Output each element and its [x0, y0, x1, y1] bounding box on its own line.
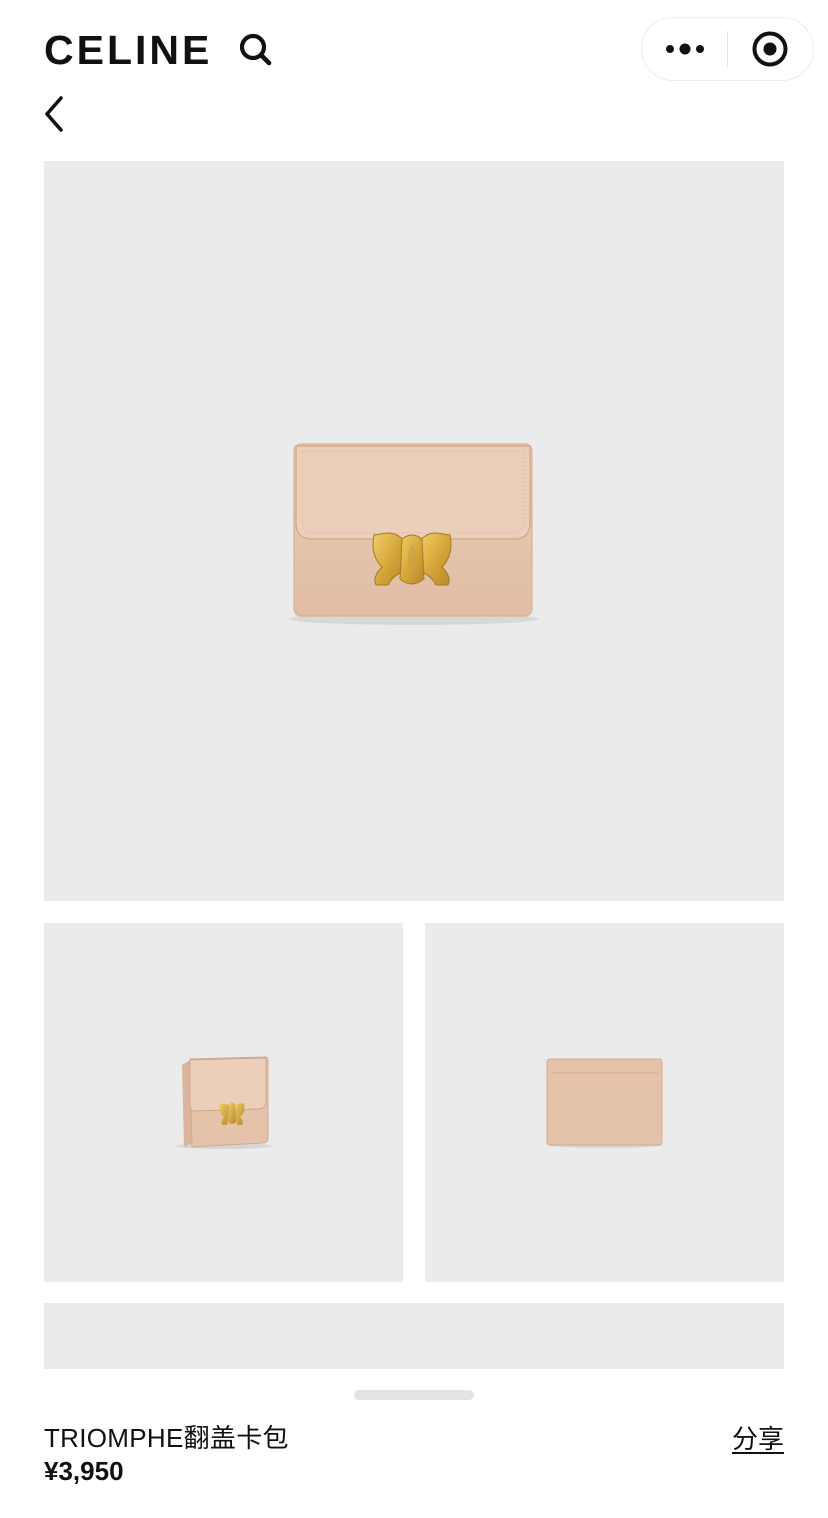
back-button[interactable] [36, 92, 72, 136]
drawer-handle[interactable] [354, 1390, 474, 1400]
product-page: CELINE TRIOMPHE翻盖卡包 ¥3,950 分享 [0, 0, 828, 1518]
search-button[interactable] [236, 30, 274, 68]
share-link[interactable]: 分享 [732, 1422, 784, 1456]
mini-program-capsule [641, 17, 814, 81]
target-circle-icon [752, 31, 788, 67]
main-product-image[interactable] [44, 161, 784, 901]
card-holder-back-image [546, 1058, 663, 1148]
thumbnail-side-view[interactable] [44, 923, 403, 1282]
brand-logo[interactable]: CELINE [44, 28, 212, 72]
chevron-left-icon [45, 96, 63, 132]
search-icon [239, 33, 272, 66]
thumbnail-back-view[interactable] [425, 923, 784, 1282]
card-holder-side-image [176, 1056, 272, 1149]
more-button[interactable] [642, 17, 727, 81]
product-price: ¥3,950 [44, 1456, 124, 1486]
more-dots-icon [665, 43, 704, 55]
close-miniprogram-button[interactable] [728, 17, 813, 81]
thumbnail-detail-view[interactable] [44, 1303, 784, 1369]
card-holder-front-image [289, 443, 539, 625]
product-name: TRIOMPHE翻盖卡包 [44, 1423, 289, 1453]
